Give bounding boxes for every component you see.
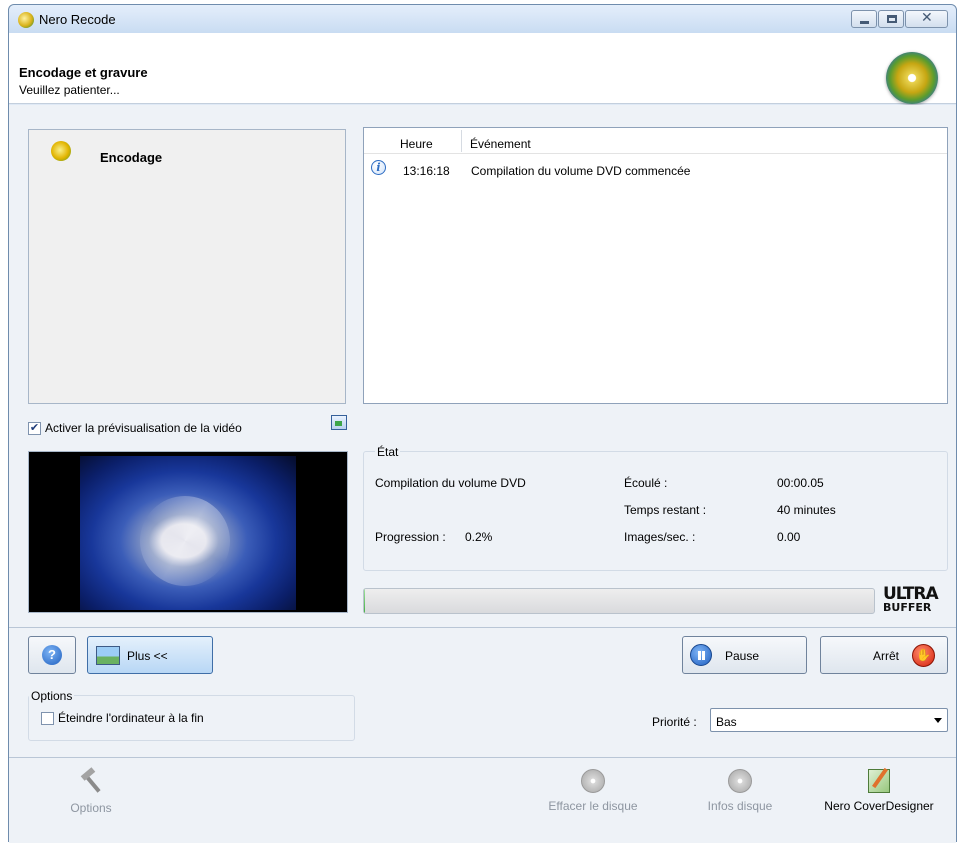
disc-info-label: Infos disque [707,799,773,813]
column-header-time[interactable]: Heure [400,137,433,151]
close-icon: ✕ [921,10,933,26]
close-button[interactable]: ✕ [905,10,948,28]
header-title: Encodage et gravure [19,65,148,80]
elapsed-value: 00:00.05 [777,476,824,490]
ultrabuffer-logo-line1: ULTRA [883,584,939,604]
progress-bar-fill [364,589,366,613]
pause-icon [690,644,712,666]
elapsed-label: Écoulé : [624,476,668,490]
column-divider[interactable] [461,130,462,152]
hammer-icon [77,769,105,795]
erase-disc-icon [581,769,605,793]
progress-bar [363,588,875,614]
video-preview [28,451,348,613]
options-group-legend: Options [29,689,75,703]
remaining-value: 40 minutes [777,503,836,517]
cover-designer-button[interactable]: Nero CoverDesigner [812,769,946,813]
ultrabuffer-logo: ULTRA BUFFER [883,584,947,617]
maximize-icon [887,15,897,23]
task-panel: Encodage [28,129,346,404]
log-header: Heure Événement [364,128,947,154]
disc-info-icon [728,769,752,793]
chevron-down-icon [934,718,942,723]
status-group-legend: État [375,445,401,459]
minimize-button[interactable] [851,10,877,28]
info-icon: i [371,160,386,175]
help-button[interactable]: ? [28,636,76,674]
remaining-label: Temps restant : [624,503,707,517]
task-label-encoding: Encodage [100,150,163,165]
more-button-label: Plus << [127,649,168,663]
preview-checkbox[interactable]: ✔ [28,422,41,435]
shutdown-checkbox-label[interactable]: Éteindre l'ordinateur à la fin [58,711,204,725]
minimize-icon [860,21,869,24]
log-time: 13:16:18 [403,164,450,178]
event-log-list[interactable]: Heure Événement i 13:16:18 Compilation d… [363,127,948,404]
erase-disc-button[interactable]: Effacer le disque [533,769,653,813]
header-subtitle: Veuillez patienter... [19,83,120,97]
stop-button-label: Arrêt [873,649,900,663]
pause-button-label: Pause [725,649,760,663]
cover-designer-icon [868,769,890,793]
landscape-preview-icon [96,646,120,665]
stop-button[interactable]: Arrêt ✋ [820,636,948,674]
progress-label: Progression : [375,530,446,544]
pause-button[interactable]: Pause [682,636,807,674]
priority-label: Priorité : [652,715,697,729]
wizard-header: Encodage et gravure Veuillez patienter..… [9,33,956,104]
window-controls: ✕ [851,10,948,28]
disc-info-button[interactable]: Infos disque [692,769,788,813]
video-frame-image [80,456,296,610]
app-window: Nero Recode ✕ Encodage et gravure Veuill… [8,4,957,843]
stop-hand-icon: ✋ [912,644,935,667]
log-row[interactable]: i 13:16:18 Compilation du volume DVD com… [364,158,947,178]
maximize-button[interactable] [878,10,904,28]
main-content: Encodage Heure Événement i 13:16:18 Comp… [9,105,956,843]
divider [9,757,956,758]
column-header-event[interactable]: Événement [470,137,531,151]
nero-recode-logo-icon [886,52,938,104]
detach-preview-icon[interactable] [331,415,347,430]
help-icon: ? [42,645,62,665]
cover-designer-label: Nero CoverDesigner [824,799,934,813]
more-button[interactable]: Plus << [87,636,213,674]
divider [9,627,956,628]
title-bar[interactable]: Nero Recode ✕ [9,5,956,33]
preview-checkbox-label[interactable]: Activer la prévisualisation de la vidéo [45,421,242,435]
status-operation: Compilation du volume DVD [375,476,526,490]
fps-value: 0.00 [777,530,801,544]
options-tool-label: Options [70,801,112,815]
nero-app-icon [18,12,34,28]
options-tool-button[interactable]: Options [61,769,121,815]
window-title: Nero Recode [39,12,116,27]
encoding-icon [51,141,71,161]
fps-label: Images/sec. : [624,530,696,544]
log-event: Compilation du volume DVD commencée [471,164,691,178]
progress-value: 0.2% [465,530,493,544]
erase-disc-label: Effacer le disque [548,799,638,813]
shutdown-checkbox[interactable] [41,712,54,725]
priority-select[interactable]: Bas [710,708,948,732]
priority-selected-value: Bas [716,715,737,729]
